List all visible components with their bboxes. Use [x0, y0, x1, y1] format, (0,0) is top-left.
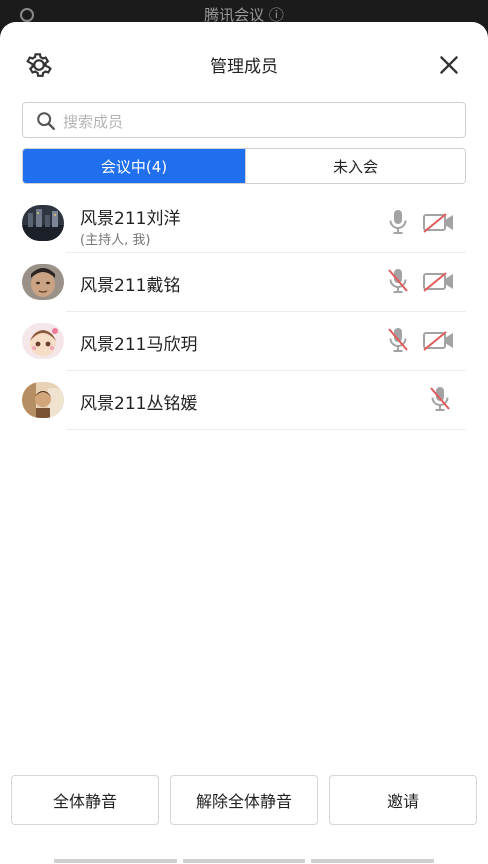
- member-tabs: 会议中(4) 未入会: [22, 148, 466, 184]
- microphone-muted-icon[interactable]: [428, 385, 452, 413]
- microphone-muted-icon[interactable]: [386, 267, 410, 295]
- member-name: 风景211戴铭: [80, 276, 181, 296]
- member-name: 风景211马欣玥: [80, 335, 198, 355]
- member-row[interactable]: 风景211刘洋 (主持人, 我): [0, 194, 488, 253]
- tab-not-joined[interactable]: 未入会: [245, 149, 465, 183]
- member-name: 风景211刘洋: [80, 209, 181, 229]
- avatar: [22, 382, 64, 418]
- close-icon[interactable]: [436, 52, 462, 78]
- camera-off-icon[interactable]: [422, 269, 456, 295]
- unmute-all-button[interactable]: 解除全体静音: [170, 775, 318, 825]
- invite-button[interactable]: 邀请: [329, 775, 477, 825]
- row-divider: [66, 429, 466, 430]
- avatar: [22, 323, 64, 359]
- camera-off-icon[interactable]: [422, 210, 456, 236]
- search-input[interactable]: 搜索成员: [22, 102, 466, 138]
- manage-members-sheet: 管理成员 搜索成员 会议中(4) 未入会 风景211刘洋 (主持人, 我) 风景…: [0, 22, 488, 864]
- member-row[interactable]: 风景211马欣玥: [0, 312, 488, 371]
- action-bar: 全体静音 解除全体静音 邀请: [0, 775, 488, 825]
- microphone-muted-icon[interactable]: [386, 326, 410, 354]
- page-title: 管理成员: [210, 57, 278, 77]
- search-placeholder: 搜索成员: [63, 113, 124, 131]
- sheet-header: 管理成员: [0, 22, 488, 106]
- member-role: (主持人, 我): [80, 233, 151, 248]
- home-indicator: [54, 859, 435, 863]
- status-bar: 腾讯会议 ⓘ: [0, 0, 488, 24]
- member-list: 风景211刘洋 (主持人, 我) 风景211戴铭 风景211马欣玥 风景211丛…: [0, 194, 488, 430]
- member-name: 风景211丛铭媛: [80, 394, 198, 414]
- member-row[interactable]: 风景211丛铭媛: [0, 371, 488, 430]
- avatar: [22, 264, 64, 300]
- tab-in-meeting[interactable]: 会议中(4): [23, 149, 245, 183]
- member-row[interactable]: 风景211戴铭: [0, 253, 488, 312]
- camera-off-icon[interactable]: [422, 328, 456, 354]
- avatar: [22, 205, 64, 241]
- microphone-icon[interactable]: [386, 208, 410, 236]
- mute-all-button[interactable]: 全体静音: [11, 775, 159, 825]
- search-icon: [37, 112, 55, 130]
